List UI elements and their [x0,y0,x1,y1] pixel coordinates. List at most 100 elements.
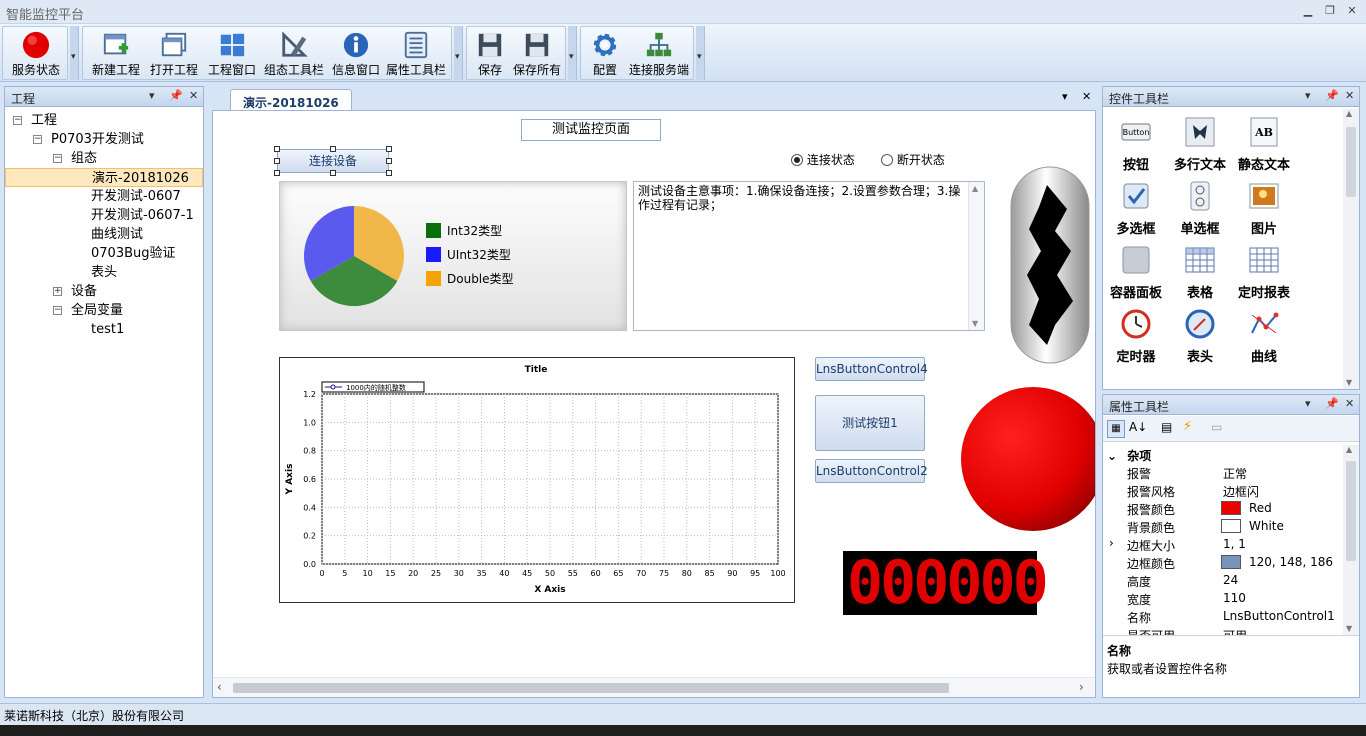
property-row[interactable]: 报警颜色 Red [1103,499,1347,517]
resize-handle[interactable] [386,170,392,176]
sort-az-icon[interactable]: A↓ [1129,420,1147,434]
tree-node[interactable]: 演示-20181026 [5,168,203,187]
tree-node[interactable]: 0703Bug验证 [5,244,203,263]
collapse-icon[interactable]: − [13,116,22,125]
horizontal-scrollbar[interactable]: ‹ › [213,677,1095,697]
resize-handle[interactable] [330,170,336,176]
property-row[interactable]: 宽度 110 [1103,589,1347,607]
tab-close-icon[interactable]: ✕ [1082,90,1091,103]
pin-icon[interactable]: 📌 [1325,397,1339,410]
x-tick-label: 25 [431,569,441,578]
property-row[interactable]: 报警 正常 [1103,463,1347,481]
property-scrollbar[interactable]: ▲ ▼ [1343,445,1359,635]
property-row[interactable]: 高度 24 [1103,571,1347,589]
lns-button-2[interactable]: LnsButtonControl2 [815,459,928,483]
property-row[interactable]: 背景颜色 White [1103,517,1347,535]
palette-item[interactable]: AB 静态文本 [1233,117,1295,173]
tree-node[interactable]: + 设备 [5,282,203,301]
property-row[interactable]: 报警风格 边框闪 [1103,481,1347,499]
scroll-right-icon[interactable]: › [1079,680,1084,694]
collapse-icon[interactable]: − [53,154,62,163]
info-window-button[interactable]: 信息窗口 [329,29,383,79]
radio-disconnected-dot[interactable] [881,154,893,166]
tree-node[interactable]: test1 [5,320,203,339]
radio-connected[interactable]: 连接状态 [791,151,855,168]
resize-handle[interactable] [386,158,392,164]
collapse-icon[interactable]: − [33,135,42,144]
open-project-button[interactable]: 打开工程 [147,29,201,79]
save-button[interactable]: 保存 [471,29,509,79]
palette-item[interactable]: 定时器 [1105,309,1167,365]
save-all-button[interactable]: 保存所有 [511,29,563,79]
test-button-1[interactable]: 测试按钮1 [815,395,925,451]
tree-node[interactable]: − P0703开发测试 [5,130,203,149]
close-icon[interactable]: ✕ [1345,397,1354,410]
resize-handle[interactable] [330,146,336,152]
properties-icon[interactable]: ▤ [1161,420,1172,434]
dropdown-icon[interactable]: ▾ [149,89,155,102]
palette-item[interactable]: Button 按钮 [1105,117,1167,173]
new-project-button[interactable]: 新建工程 [89,29,143,79]
palette-item[interactable]: 定时报表 [1233,245,1295,301]
pin-icon[interactable]: 📌 [1325,89,1339,102]
close-window-button[interactable]: ✕ [1344,4,1360,18]
expand-icon[interactable]: › [1109,536,1114,550]
palette-item[interactable]: 曲线 [1233,309,1295,365]
minimize-button[interactable]: ▁ [1300,4,1316,18]
tree-node[interactable]: 曲线测试 [5,225,203,244]
pin-icon[interactable]: 📌 [169,89,183,102]
restore-button[interactable]: ❐ [1322,4,1338,18]
property-row[interactable]: › 边框大小 1, 1 [1103,535,1347,553]
scroll-left-icon[interactable]: ‹ [217,680,222,694]
palette-item[interactable]: 表格 [1169,245,1231,301]
palette-item[interactable]: 表头 [1169,309,1231,365]
palette-item[interactable]: 多行文本 [1169,117,1231,173]
toolbar-grip[interactable] [568,26,577,80]
palette-scrollbar[interactable]: ▲ ▼ [1343,109,1359,389]
service-status-button[interactable]: 服务状态 [7,29,65,79]
property-row[interactable]: 边框颜色 120, 148, 186 [1103,553,1347,571]
toolbar-grip[interactable] [70,26,79,80]
tree-node[interactable]: − 全局变量 [5,301,203,320]
palette-item[interactable]: 容器面板 [1105,245,1167,301]
tree-node[interactable]: 开发测试-0607 [5,187,203,206]
tree-node[interactable]: 开发测试-0607-1 [5,206,203,225]
resize-handle[interactable] [274,146,280,152]
resize-handle[interactable] [274,158,280,164]
toolbar-grip[interactable] [454,26,463,80]
palette-item[interactable]: 图片 [1233,181,1295,237]
project-window-button[interactable]: 工程窗口 [205,29,259,79]
expand-icon[interactable]: + [53,287,62,296]
connect-server-button[interactable]: 连接服务端 [627,29,691,79]
config-toolbar-button[interactable]: 组态工具栏 [261,29,327,79]
tree-node[interactable]: − 工程 [5,111,203,130]
toolbar-grip[interactable] [696,26,705,80]
close-icon[interactable]: ✕ [1345,89,1354,102]
property-row[interactable]: 名称 LnsButtonControl1 [1103,607,1347,625]
scrollbar-thumb[interactable] [233,683,949,693]
palette-item[interactable]: 单选框 [1169,181,1231,237]
settings-button[interactable]: 配置 [585,29,625,79]
design-canvas[interactable]: 测试监控页面 连接设备 连接状态 断开状态 Int32类型 UInt32类型 Dou… [212,110,1096,698]
close-icon[interactable]: ✕ [189,89,198,102]
categorized-icon[interactable]: ▦ [1107,420,1125,438]
collapse-icon[interactable]: ⌄ [1107,449,1117,463]
tab-dropdown-icon[interactable]: ▾ [1062,90,1068,103]
property-pages-icon[interactable]: ▭ [1211,420,1222,434]
lns-button-4[interactable]: LnsButtonControl4 [815,357,928,381]
property-toolbar-button[interactable]: 属性工具栏 [383,29,449,79]
collapse-icon[interactable]: − [53,306,62,315]
dropdown-icon[interactable]: ▾ [1305,89,1311,102]
notes-scrollbar[interactable]: ▲ ▼ [968,182,984,330]
radio-disconnected[interactable]: 断开状态 [881,151,945,168]
property-category[interactable]: ⌄ 杂项 [1107,447,1151,464]
tree-node[interactable]: 表头 [5,263,203,282]
resize-handle[interactable] [274,170,280,176]
resize-handle[interactable] [386,146,392,152]
radio-connected-dot[interactable] [791,154,803,166]
notes-textarea[interactable]: 测试设备主意事项：1.确保设备连接；2.设置参数合理；3.操作过程有记录； ▲ … [633,181,985,331]
tree-node[interactable]: − 组态 [5,149,203,168]
dropdown-icon[interactable]: ▾ [1305,397,1311,410]
palette-item[interactable]: 多选框 [1105,181,1167,237]
events-icon[interactable]: ⚡ [1183,419,1192,434]
